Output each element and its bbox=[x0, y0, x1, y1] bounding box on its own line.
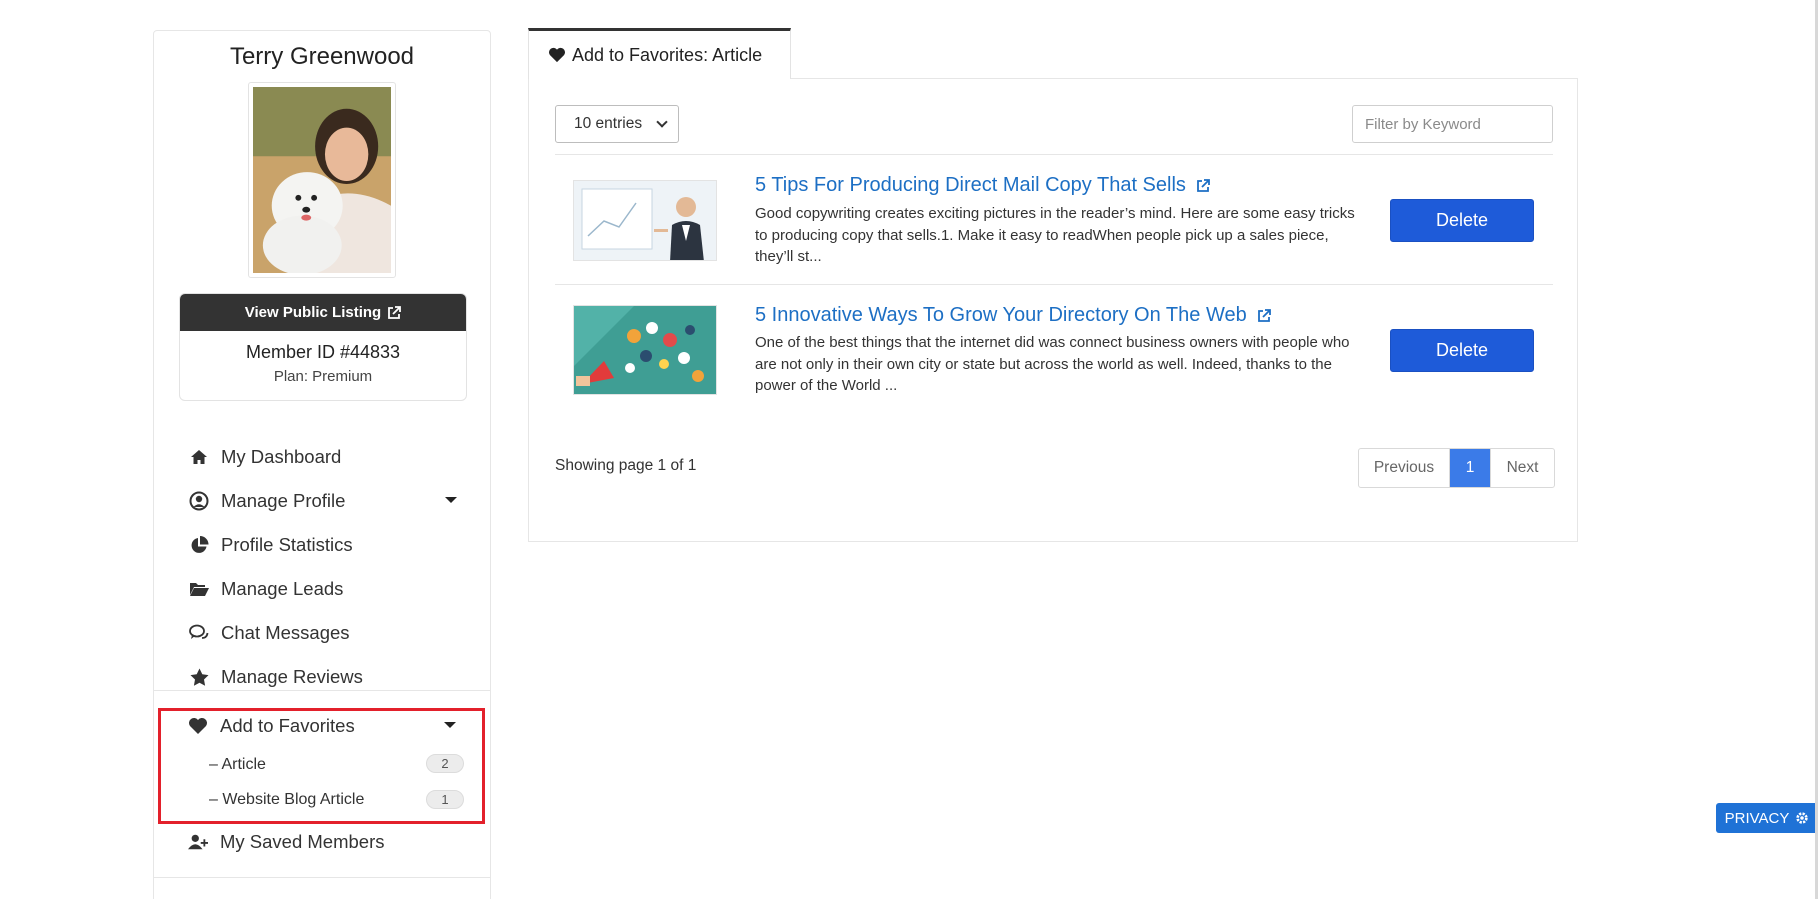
pagination-info: Showing page 1 of 1 bbox=[555, 457, 697, 474]
sidebar-item-label: Add to Favorites bbox=[220, 715, 355, 736]
sidebar-subitem-article[interactable]: – Article bbox=[209, 756, 266, 774]
chevron-down-icon[interactable] bbox=[445, 497, 457, 503]
article-title: 5 Tips For Producing Direct Mail Copy Th… bbox=[755, 174, 1186, 196]
sidebar-item-label: Chat Messages bbox=[221, 622, 350, 643]
sidebar-item-my-dashboard[interactable]: My Dashboard bbox=[179, 435, 469, 479]
sidebar-divider bbox=[154, 690, 490, 691]
row-divider bbox=[555, 154, 1553, 155]
sidebar-saved-members-group: My Saved Members bbox=[178, 820, 468, 864]
delete-button[interactable]: Delete bbox=[1390, 199, 1534, 242]
sidebar-item-profile-statistics[interactable]: Profile Statistics bbox=[179, 523, 469, 567]
member-name: Terry Greenwood bbox=[229, 43, 415, 70]
privacy-button[interactable]: PRIVACY bbox=[1716, 803, 1818, 833]
sidebar-item-manage-leads[interactable]: Manage Leads bbox=[179, 567, 469, 611]
sidebar-nav: My Dashboard Manage Profile Profile Stat… bbox=[179, 435, 469, 699]
member-plan: Plan: Premium bbox=[273, 368, 373, 385]
article-thumbnail-image bbox=[574, 306, 716, 394]
heart-icon bbox=[188, 716, 208, 736]
article-thumbnail[interactable] bbox=[573, 305, 717, 395]
article-title-link[interactable]: 5 Innovative Ways To Grow Your Directory… bbox=[755, 304, 1271, 327]
sidebar-divider bbox=[154, 877, 490, 878]
sidebar-item-label: My Dashboard bbox=[221, 446, 342, 467]
entries-per-page-select[interactable]: 10 entries bbox=[555, 105, 679, 143]
chat-icon bbox=[189, 623, 209, 643]
article-title: 5 Innovative Ways To Grow Your Directory… bbox=[755, 304, 1247, 326]
member-card: View Public Listing Member ID #44833 Pla… bbox=[179, 293, 467, 401]
tab-label: Add to Favorites: Article bbox=[572, 44, 763, 65]
sidebar-item-label: My Saved Members bbox=[220, 831, 385, 852]
tab-add-to-favorites-article[interactable]: Add to Favorites: Article bbox=[528, 28, 791, 79]
member-id: Member ID #44833 bbox=[245, 342, 401, 362]
sidebar-item-manage-profile[interactable]: Manage Profile bbox=[179, 479, 469, 523]
chevron-down-icon[interactable] bbox=[444, 722, 456, 728]
user-circle-icon bbox=[189, 491, 209, 511]
sidebar-subitem-label: – Website Blog Article bbox=[209, 791, 365, 808]
member-photo bbox=[253, 87, 391, 273]
favorites-panel: 10 entries 5 Tips For Producing Direct M… bbox=[528, 78, 1578, 542]
external-link-icon bbox=[388, 305, 402, 319]
filter-keyword-input[interactable] bbox=[1352, 105, 1553, 143]
row-divider bbox=[555, 284, 1553, 285]
external-link-icon bbox=[1257, 308, 1271, 322]
article-thumbnail[interactable] bbox=[573, 180, 717, 261]
view-public-listing-label: View Public Listing bbox=[244, 304, 382, 321]
pagination: Previous 1 Next bbox=[1358, 448, 1555, 488]
gear-icon bbox=[1796, 812, 1809, 824]
sidebar-item-label: Manage Leads bbox=[221, 578, 344, 599]
count-badge: 1 bbox=[426, 790, 464, 809]
heart-icon bbox=[549, 47, 565, 63]
sidebar-item-label: Profile Statistics bbox=[221, 534, 353, 555]
sidebar-subitem-website-blog-article[interactable]: – Website Blog Article bbox=[209, 791, 364, 809]
folder-open-icon bbox=[189, 579, 209, 599]
article-title-link[interactable]: 5 Tips For Producing Direct Mail Copy Th… bbox=[755, 174, 1210, 197]
privacy-label: PRIVACY bbox=[1724, 809, 1790, 827]
sidebar-item-manage-reviews[interactable]: Manage Reviews bbox=[179, 655, 469, 699]
star-icon bbox=[189, 667, 209, 687]
pagination-page-1[interactable]: 1 bbox=[1450, 449, 1490, 487]
delete-button[interactable]: Delete bbox=[1390, 329, 1534, 372]
article-excerpt: Good copywriting creates exciting pictur… bbox=[755, 205, 1355, 265]
view-public-listing-button[interactable]: View Public Listing bbox=[180, 294, 466, 331]
chevron-down-icon bbox=[656, 116, 668, 128]
sidebar-favorites-group: Add to Favorites bbox=[178, 704, 468, 748]
sidebar-item-add-to-favorites[interactable]: Add to Favorites bbox=[178, 704, 468, 748]
count-badge: 2 bbox=[426, 754, 464, 773]
member-photo-frame bbox=[248, 82, 396, 278]
entries-selected-value: 10 entries bbox=[574, 115, 643, 132]
pie-chart-icon bbox=[189, 535, 209, 555]
sidebar-item-label: Manage Reviews bbox=[221, 666, 363, 687]
pagination-next-button[interactable]: Next bbox=[1490, 449, 1554, 487]
user-plus-icon bbox=[188, 832, 208, 852]
home-icon bbox=[189, 447, 209, 467]
sidebar-item-my-saved-members[interactable]: My Saved Members bbox=[178, 820, 468, 864]
sidebar-item-label: Manage Profile bbox=[221, 490, 346, 511]
sidebar-item-chat-messages[interactable]: Chat Messages bbox=[179, 611, 469, 655]
article-thumbnail-image bbox=[574, 181, 716, 260]
sidebar-subitem-label: – Article bbox=[209, 756, 266, 773]
pagination-previous-button[interactable]: Previous bbox=[1359, 449, 1450, 487]
article-excerpt: One of the best things that the internet… bbox=[755, 334, 1350, 394]
external-link-icon bbox=[1197, 178, 1210, 192]
